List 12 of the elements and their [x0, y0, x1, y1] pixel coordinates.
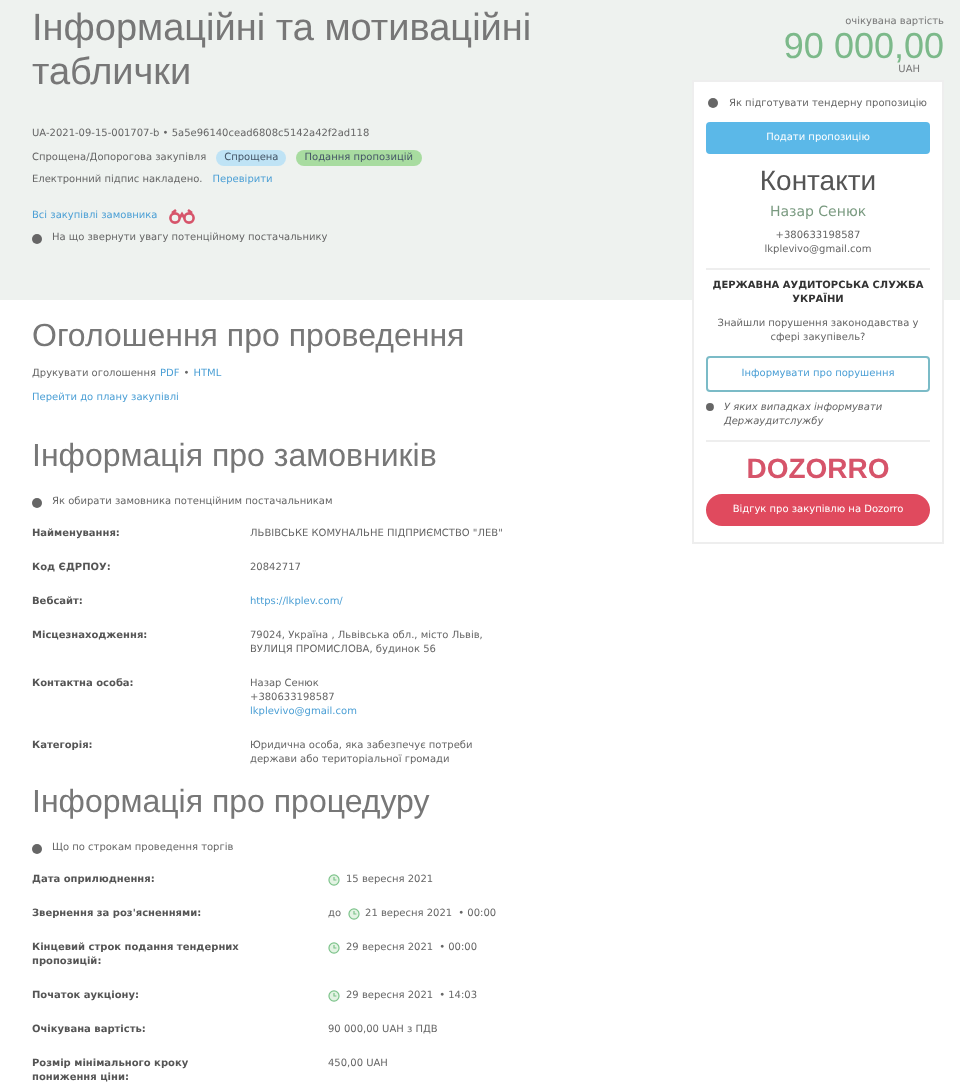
- clock-icon: [328, 874, 340, 886]
- budget-amount: 90 000,00: [783, 28, 944, 64]
- section-title: Інформація про процедуру: [32, 784, 432, 824]
- page-title: Інформаційні та мотиваційні таблички: [32, 8, 534, 96]
- dozorro-logo: DOZORRO: [746, 452, 890, 484]
- clock-icon: [347, 908, 360, 920]
- section-title: Оголошення про проведення: [32, 318, 467, 358]
- contacts-title: Контакти: [759, 164, 877, 196]
- clock-icon: [328, 942, 340, 954]
- clock-icon: [328, 990, 340, 1002]
- glasses-icon: [167, 208, 196, 224]
- section-title: Інформація про замовників: [32, 438, 439, 478]
